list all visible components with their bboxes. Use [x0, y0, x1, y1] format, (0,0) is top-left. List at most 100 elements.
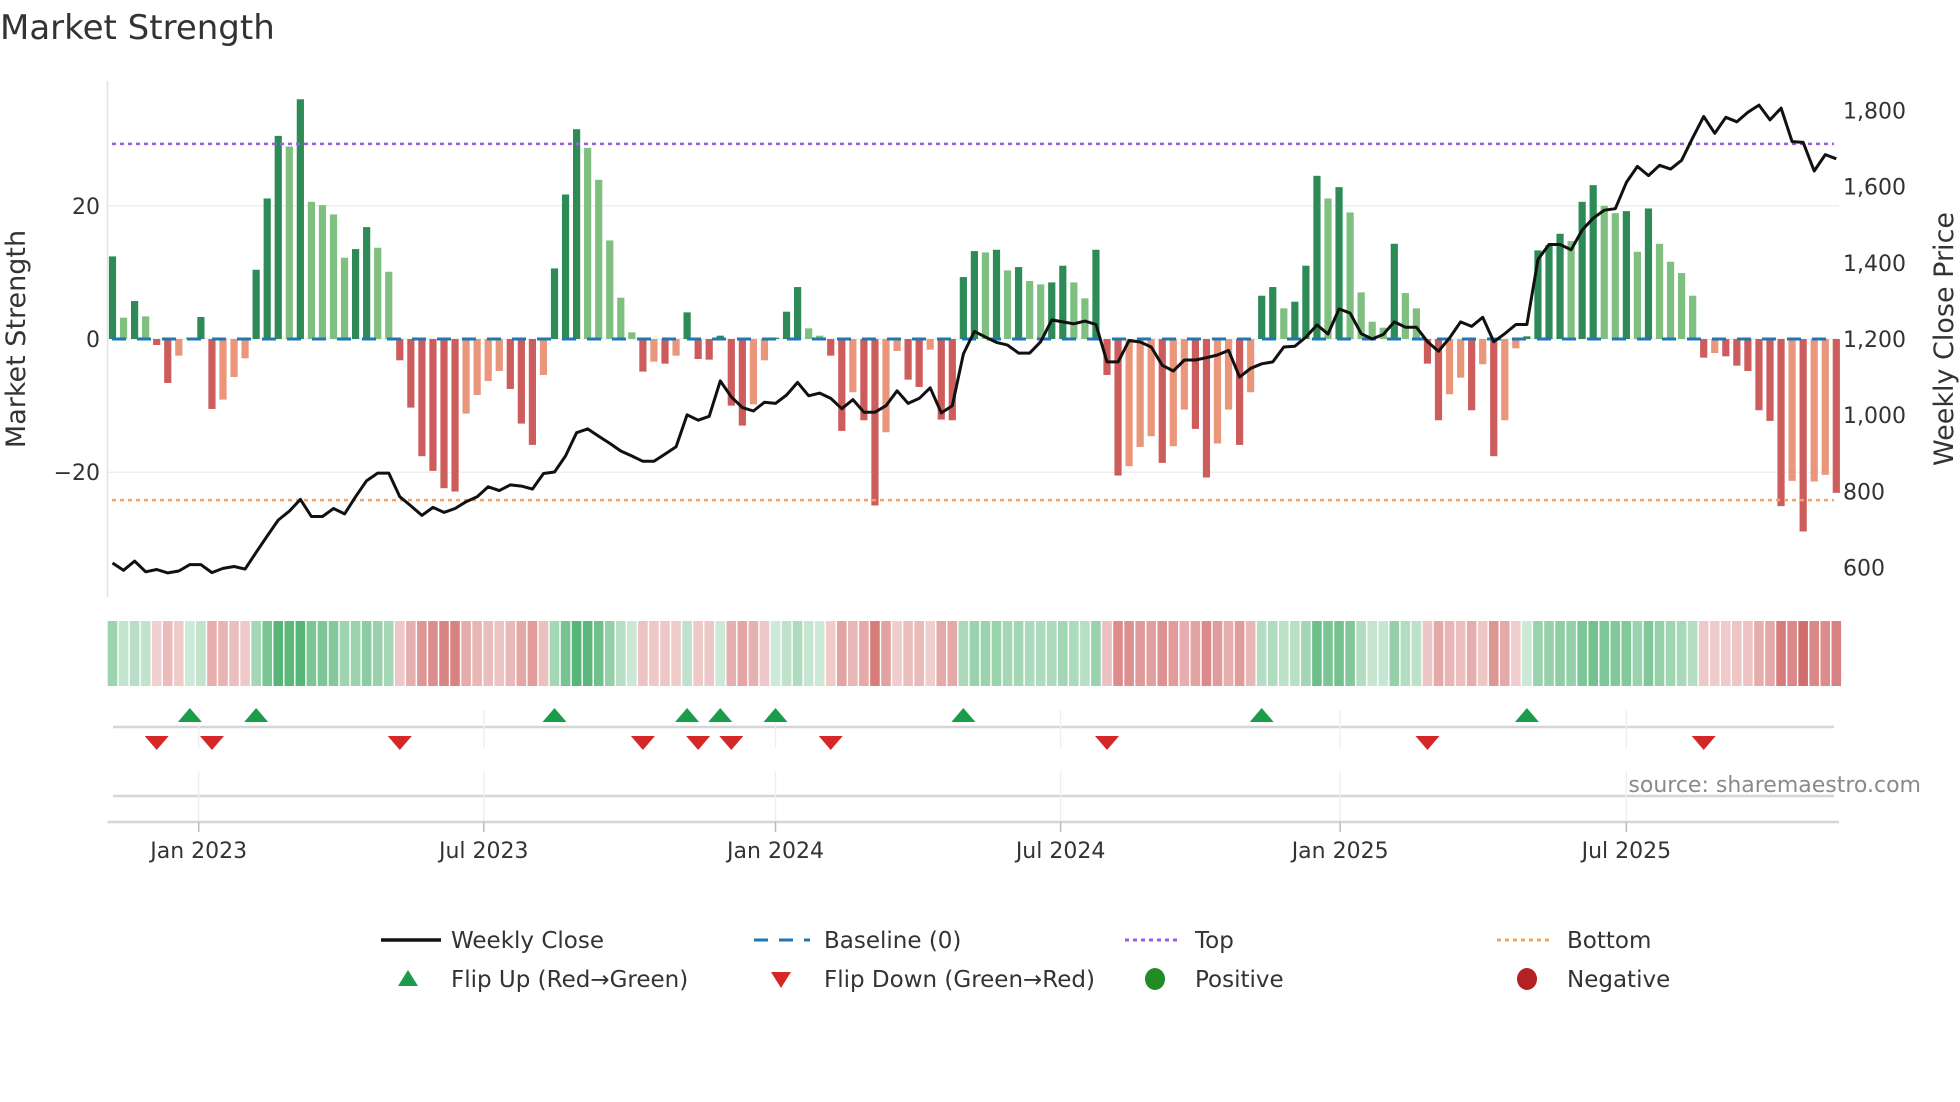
strength-bar — [749, 339, 757, 405]
flip-markers-panel — [113, 708, 1834, 822]
strip-cell — [1035, 621, 1046, 686]
strip-cell — [1809, 621, 1819, 686]
strip-cell — [1621, 621, 1632, 686]
strength-bar — [506, 339, 514, 389]
y2-tick-label: 600 — [1843, 557, 1885, 582]
strip-cell — [1422, 621, 1433, 686]
y-tick-label: 0 — [86, 328, 100, 353]
strength-bar — [495, 339, 503, 371]
strip-cell — [1820, 621, 1831, 686]
strip-cell — [1566, 621, 1576, 686]
strength-bar — [992, 249, 1001, 339]
flip-down-marker — [818, 736, 843, 750]
strength-bar — [639, 339, 647, 372]
strength-bar — [1037, 284, 1045, 339]
strength-bar — [1722, 339, 1730, 357]
strip-cell — [1533, 621, 1543, 686]
strip-cell — [361, 621, 372, 686]
strength-bar — [429, 339, 437, 471]
strength-bar — [307, 201, 315, 339]
strength-bar — [1711, 339, 1719, 353]
strip-cell — [947, 621, 958, 686]
strip-cell — [814, 621, 825, 686]
strength-bar — [164, 339, 172, 383]
legend-label: Flip Up (Red→Green) — [451, 967, 688, 993]
strip-cell — [218, 621, 228, 686]
strip-cell — [1643, 621, 1654, 686]
strength-bar — [418, 339, 426, 457]
strip-cell — [1334, 621, 1344, 686]
strip-cell — [516, 621, 527, 686]
strength-bar — [1081, 298, 1089, 339]
flip-up-marker — [542, 708, 567, 722]
strip-cell — [1069, 621, 1079, 686]
strip-cell — [582, 621, 593, 686]
strip-cell — [1378, 621, 1389, 686]
strip-cell — [262, 621, 272, 686]
strength-bar — [451, 339, 459, 492]
legend-label: Flip Down (Green→Red) — [824, 967, 1095, 993]
strip-cell — [140, 621, 151, 686]
strip-cell — [1466, 621, 1477, 686]
strip-cell — [704, 621, 714, 686]
strength-bar — [838, 339, 846, 431]
strength-bar — [1247, 339, 1255, 393]
strength-bar — [1258, 295, 1266, 339]
strength-bar — [407, 339, 415, 408]
y-tick-label: 20 — [72, 195, 100, 220]
strip-cell — [958, 621, 969, 686]
strength-bar — [1236, 339, 1244, 445]
flip-down-marker — [199, 736, 224, 750]
strength-bar — [1015, 267, 1023, 339]
strip-cell — [1190, 621, 1201, 686]
y2-axis-label: Weekly Close Price — [1929, 212, 1960, 466]
strength-bar — [1810, 339, 1818, 482]
strip-cell — [1013, 621, 1024, 686]
strip-cell — [792, 621, 803, 686]
flip-up-marker — [675, 708, 700, 722]
strip-cell — [395, 621, 405, 686]
strength-bar — [970, 251, 978, 339]
strip-cell — [1455, 621, 1466, 686]
strength-bar — [1003, 270, 1012, 339]
strength-bar — [1445, 339, 1454, 395]
strip-cell — [1046, 621, 1057, 686]
strength-bar — [893, 339, 901, 351]
strength-bar — [1136, 339, 1144, 447]
strip-cell — [1599, 621, 1610, 686]
strength-bar — [782, 311, 791, 339]
strength-bar — [1302, 265, 1310, 339]
strip-cell — [649, 621, 659, 686]
strip-cell — [848, 621, 858, 686]
strength-bar — [1832, 339, 1840, 493]
strength-bar — [385, 271, 393, 339]
strip-cell — [1765, 621, 1775, 686]
strength-bar — [1766, 339, 1774, 421]
strength-bar — [473, 339, 481, 395]
strength-bar — [539, 339, 548, 375]
strip-cell — [317, 621, 328, 686]
strength-bar — [1059, 265, 1067, 339]
y2-tick-label: 1,200 — [1843, 328, 1906, 353]
strip-cell — [1477, 621, 1488, 686]
strength-bar — [175, 339, 183, 356]
strength-bar — [285, 146, 293, 339]
strip-cell — [107, 621, 118, 686]
strip-cell — [1687, 621, 1698, 686]
strip-cell — [306, 621, 317, 686]
strength-bar — [1622, 211, 1630, 339]
strength-bar — [805, 328, 813, 339]
strip-cell — [1080, 621, 1090, 686]
strength-bar — [131, 301, 139, 339]
strength-bar — [252, 269, 260, 339]
strength-bar — [1744, 339, 1752, 371]
y2-tick-label: 1,000 — [1843, 404, 1906, 429]
strength-bar — [981, 252, 990, 339]
strength-bar — [1655, 243, 1664, 339]
strength-bar — [241, 339, 249, 359]
strip-cell — [1787, 621, 1797, 686]
strength-bar — [738, 339, 746, 426]
strength-bar — [617, 297, 625, 339]
strip-cell — [162, 621, 173, 686]
flip-down-marker — [719, 736, 744, 750]
